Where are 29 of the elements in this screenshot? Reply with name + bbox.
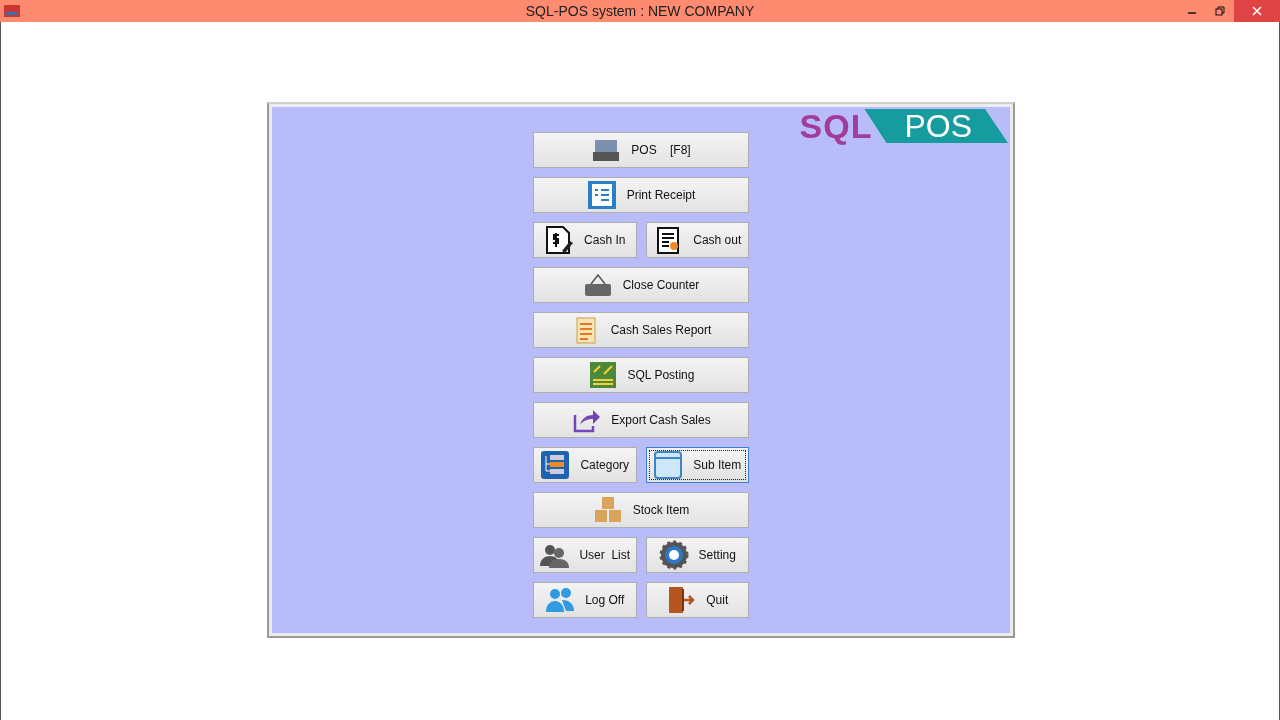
menu-button[interactable]: User List [533, 537, 637, 573]
menu-button[interactable]: Cash out [645, 222, 749, 258]
menu-button[interactable]: Log Off [533, 582, 637, 618]
app-icon [4, 5, 20, 17]
restore-icon [1215, 6, 1225, 16]
exit-door-icon [666, 585, 697, 615]
menu-button[interactable]: Cash In [533, 222, 637, 258]
category-icon [540, 450, 571, 480]
menu-button[interactable]: SQL Posting [533, 357, 749, 393]
ledger-icon [587, 360, 618, 390]
menu-button[interactable]: Cash Sales Report [533, 312, 749, 348]
menu-button[interactable]: Category [533, 447, 637, 483]
menu-button[interactable]: Close Counter [533, 267, 749, 303]
people-icon [545, 585, 576, 615]
boxes-icon [592, 495, 623, 525]
menu-button[interactable]: Stock Item [533, 492, 749, 528]
close-icon [1252, 6, 1262, 16]
menu-button[interactable]: Setting [645, 537, 749, 573]
menu-button[interactable]: Sub Item [645, 447, 749, 483]
menu-button[interactable]: Print Receipt [533, 177, 749, 213]
close-button[interactable] [1234, 0, 1280, 22]
receipt-icon [586, 180, 617, 210]
document-pen-icon [544, 225, 575, 255]
menu-button[interactable]: Quit [645, 582, 749, 618]
window-title: SQL-POS system : NEW COMPANY [524, 3, 756, 19]
menu-button[interactable]: Export Cash Sales [533, 402, 749, 438]
menu-button[interactable]: POS [F8] [533, 132, 749, 168]
gear-icon [658, 540, 689, 570]
window-icon [653, 450, 684, 480]
